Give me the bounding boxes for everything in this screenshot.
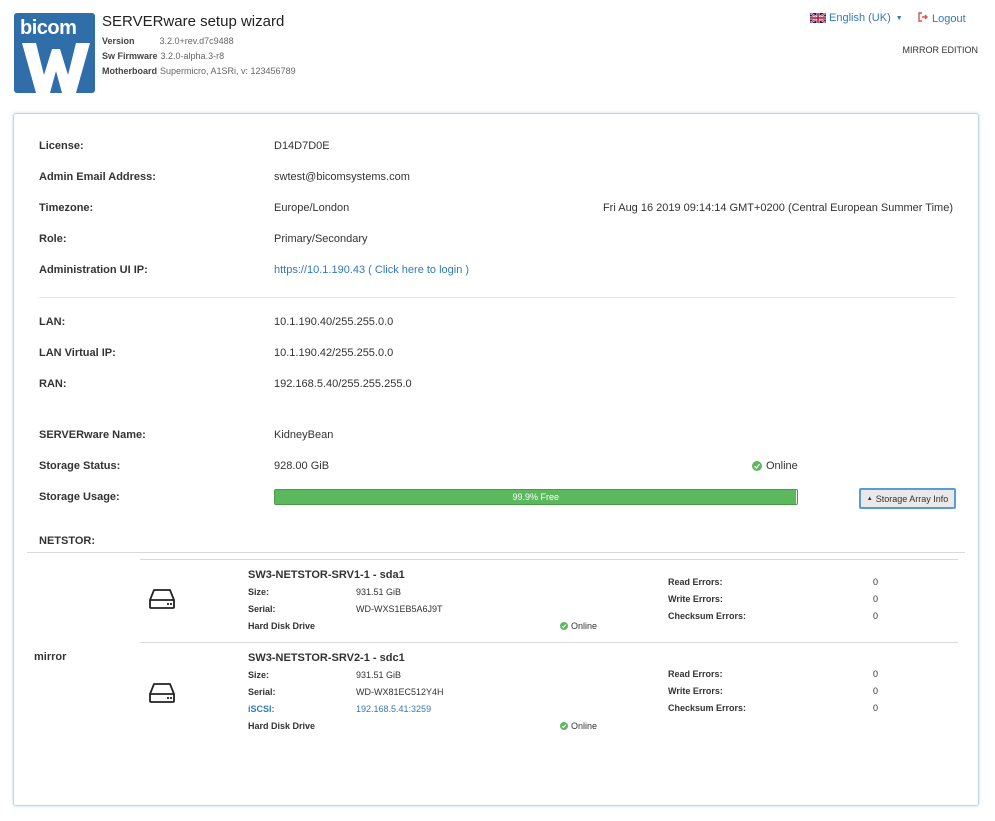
disk-size-label: Size: xyxy=(248,670,270,680)
disk-divider xyxy=(140,642,958,643)
role-value: Primary/Secondary xyxy=(274,233,368,245)
checksum-errors-label: Checksum Errors: xyxy=(668,611,747,621)
storage-status-label: Storage Status: xyxy=(39,460,121,472)
storage-array-info-label: Storage Array Info xyxy=(875,493,949,504)
section-divider xyxy=(39,297,955,298)
disk-iscsi-value: 192.168.5.41:3259 xyxy=(356,704,432,714)
license-value: D14D7D0E xyxy=(274,140,330,152)
disk-type: Hard Disk Drive xyxy=(248,621,316,631)
check-circle-icon xyxy=(752,461,762,471)
lan-virtual-ip-label: LAN Virtual IP: xyxy=(39,347,116,359)
disk-serial-label: Serial: xyxy=(248,604,276,614)
admin-ui-login-link[interactable]: https://10.1.190.43 ( Click here to logi… xyxy=(274,264,469,276)
timezone-value: Europe/London xyxy=(274,202,350,214)
netstor-label: NETSTOR: xyxy=(39,535,96,547)
language-label: English (UK) xyxy=(829,12,891,24)
language-dropdown[interactable]: English (UK) ▼ xyxy=(810,12,903,24)
disk-online-status: Online xyxy=(560,621,597,631)
caret-up-icon: ▲ xyxy=(866,495,873,502)
firmware-value: 3.2.0-alpha.3-r8 xyxy=(160,51,225,61)
timezone-label: Timezone: xyxy=(39,202,94,214)
motherboard-value: Supermicro, A1SRi, v: 123456789 xyxy=(160,66,296,76)
license-label: License: xyxy=(39,140,84,152)
edition-label: MIRROR EDITION xyxy=(902,45,979,55)
checksum-errors-value: 0 xyxy=(873,703,879,713)
firmware-label: Sw Firmware xyxy=(102,51,158,61)
storage-usage-label: Storage Usage: xyxy=(39,491,120,503)
disk-iscsi-label: iSCSI: xyxy=(248,704,275,714)
write-errors-label: Write Errors: xyxy=(668,594,723,604)
storage-status-value: 928.00 GiB xyxy=(274,460,330,472)
version-info: Version 3.2.0+rev.d7c9488 xyxy=(102,36,234,46)
read-errors-value: 0 xyxy=(873,669,879,679)
mirror-group-label: mirror xyxy=(34,651,67,663)
disk-online-label: Online xyxy=(571,721,598,731)
disk-serial-label: Serial: xyxy=(248,687,276,697)
storage-usage-bar: 99.9% Free xyxy=(274,489,798,505)
storage-array-info-button[interactable]: ▲ Storage Array Info xyxy=(859,488,956,509)
chevron-down-icon: ▼ xyxy=(895,14,903,22)
uk-flag-icon xyxy=(810,13,826,23)
check-circle-icon xyxy=(560,722,568,730)
hard-disk-icon xyxy=(149,683,175,703)
write-errors-value: 0 xyxy=(873,594,879,604)
storage-usage-fill: 99.9% Free xyxy=(275,490,797,504)
storage-online-label: Online xyxy=(766,460,798,472)
disk-serial-value: WD-WX81EC512Y4H xyxy=(356,687,444,697)
read-errors-label: Read Errors: xyxy=(668,669,723,679)
role-label: Role: xyxy=(39,233,67,245)
disk-size-value: 931.51 GiB xyxy=(356,670,402,680)
serverware-name-value: KidneyBean xyxy=(274,429,334,441)
app-title: SERVERware setup wizard xyxy=(102,13,285,30)
disk-serial-value: WD-WXS1EB5A6J9T xyxy=(356,604,443,614)
disk-size-label: Size: xyxy=(248,587,270,597)
version-label: Version xyxy=(102,36,135,46)
disk-type: Hard Disk Drive xyxy=(248,721,316,731)
disk-title: SW3-NETSTOR-SRV1-1 - sda1 xyxy=(248,569,405,581)
logo-brand-text: bicom xyxy=(20,17,77,39)
disk-size-value: 931.51 GiB xyxy=(356,587,402,597)
ran-label: RAN: xyxy=(39,378,67,390)
disk-title: SW3-NETSTOR-SRV2-1 - sdc1 xyxy=(248,652,405,664)
read-errors-value: 0 xyxy=(873,577,879,587)
check-circle-icon xyxy=(560,622,568,630)
checksum-errors-label: Checksum Errors: xyxy=(668,703,747,713)
storage-online-status: Online xyxy=(752,460,798,472)
setup-summary-panel: License: D14D7D0E Admin Email Address: s… xyxy=(13,113,979,806)
write-errors-label: Write Errors: xyxy=(668,686,723,696)
disk-divider xyxy=(140,559,958,560)
admin-email-label: Admin Email Address: xyxy=(39,171,156,183)
checksum-errors-value: 0 xyxy=(873,611,879,621)
serverware-name-label: SERVERware Name: xyxy=(39,429,146,441)
write-errors-value: 0 xyxy=(873,686,879,696)
hard-disk-icon xyxy=(149,589,175,609)
motherboard-label: Motherboard xyxy=(102,66,157,76)
netstor-divider xyxy=(27,552,965,553)
lan-label: LAN: xyxy=(39,316,66,328)
lan-value: 10.1.190.40/255.255.0.0 xyxy=(274,316,394,328)
disk-online-label: Online xyxy=(571,621,598,631)
logout-icon xyxy=(918,12,928,25)
admin-email-value: swtest@bicomsystems.com xyxy=(274,171,410,183)
logout-label: Logout xyxy=(932,12,966,25)
logout-link[interactable]: Logout xyxy=(918,12,966,25)
version-value: 3.2.0+rev.d7c9488 xyxy=(159,36,234,46)
ran-value: 192.168.5.40/255.255.255.0 xyxy=(274,378,412,390)
read-errors-label: Read Errors: xyxy=(668,577,723,587)
current-datetime: Fri Aug 16 2019 09:14:14 GMT+0200 (Centr… xyxy=(602,202,953,214)
disk-online-status: Online xyxy=(560,721,597,731)
bicom-logo: bicom xyxy=(14,13,95,93)
admin-ui-ip-label: Administration UI IP: xyxy=(39,264,148,276)
firmware-info: Sw Firmware 3.2.0-alpha.3-r8 xyxy=(102,51,224,61)
lan-virtual-ip-value: 10.1.190.42/255.255.0.0 xyxy=(274,347,394,359)
motherboard-info: Motherboard Supermicro, A1SRi, v: 1234567… xyxy=(102,66,296,76)
